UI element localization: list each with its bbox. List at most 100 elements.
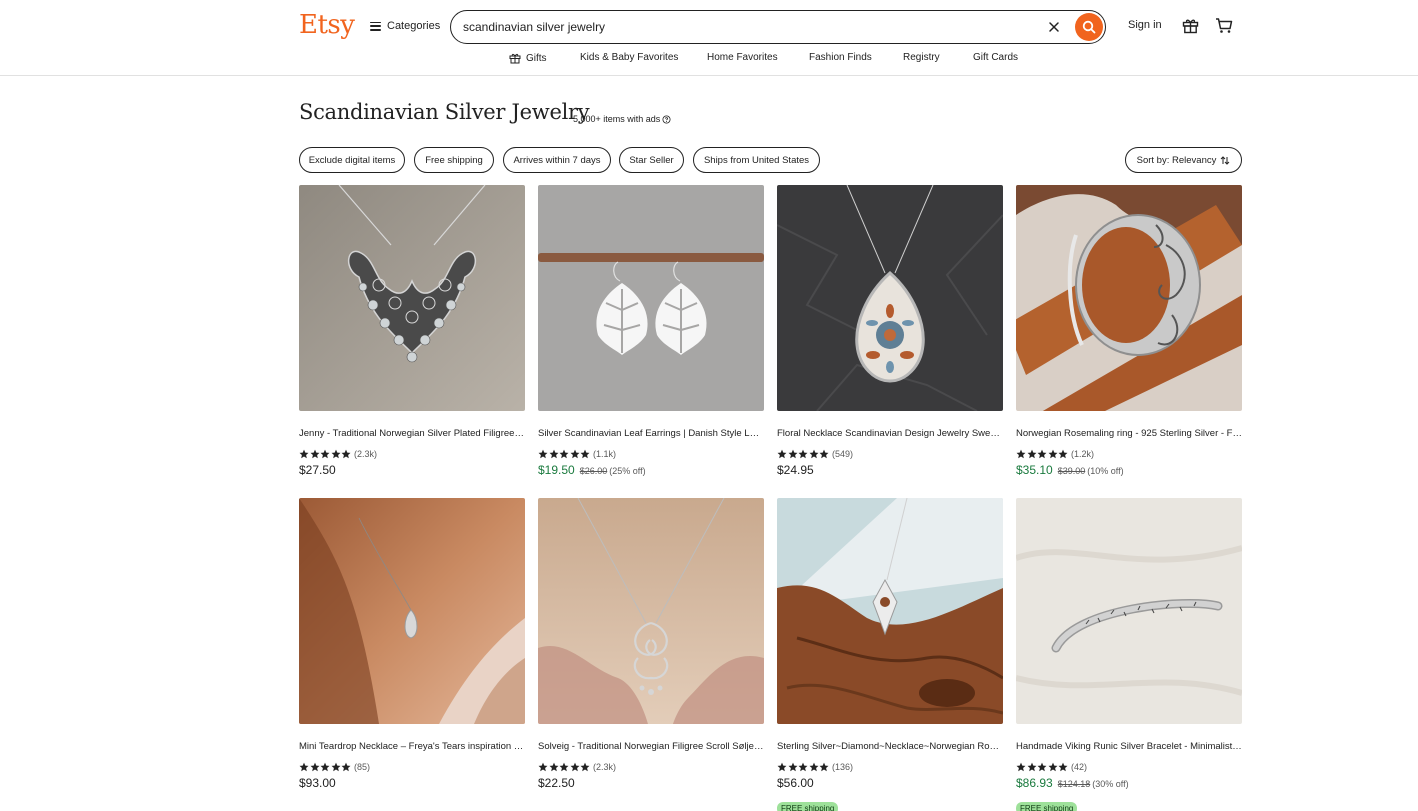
original-price: $26.00: [579, 466, 608, 476]
listing-image[interactable]: [538, 498, 764, 724]
etsy-logo[interactable]: Etsy: [299, 10, 355, 40]
star-icon: [1016, 762, 1026, 772]
filter-arrives-7-days[interactable]: Arrives within 7 days: [503, 147, 611, 173]
review-count: (1.2k): [1071, 448, 1095, 459]
listing-title[interactable]: Handmade Viking Runic Silver Bracelet - …: [1016, 741, 1242, 753]
listing-title[interactable]: Mini Teardrop Necklace – Freya's Tears i…: [299, 741, 525, 753]
star-icon: [1058, 762, 1068, 772]
star-icon: [798, 762, 808, 772]
star-icon: [570, 449, 580, 459]
discount-label: (25% off): [609, 466, 646, 476]
search-bar: [450, 10, 1106, 44]
rating: (136): [777, 761, 1003, 772]
listing-image[interactable]: [299, 498, 525, 724]
listing-card[interactable]: Solveig - Traditional Norwegian Filigree…: [538, 498, 764, 791]
star-icon: [341, 762, 351, 772]
star-icon: [809, 449, 819, 459]
filter-free-shipping[interactable]: Free shipping: [414, 147, 494, 173]
listing-price: $24.95: [777, 463, 814, 477]
price-row: $19.50 $26.00 (25% off): [538, 463, 764, 478]
nav-item-home[interactable]: Home Favorites: [707, 52, 778, 63]
sale-price: $19.50: [538, 463, 575, 477]
categories-label: Categories: [387, 20, 441, 32]
star-icon: [320, 762, 330, 772]
star-icon: [788, 449, 798, 459]
discount-label: (30% off): [1092, 779, 1129, 789]
close-icon[interactable]: [1048, 21, 1060, 33]
sort-dropdown[interactable]: Sort by: Relevancy: [1125, 147, 1242, 173]
listing-title[interactable]: Floral Necklace Scandinavian Design Jewe…: [777, 428, 1003, 440]
search-button[interactable]: [1075, 13, 1103, 41]
sale-price: $35.10: [1016, 463, 1053, 477]
listing-title[interactable]: Sterling Silver~Diamond~Necklace~Norwegi…: [777, 741, 1003, 753]
star-rating: [1016, 762, 1068, 772]
star-icon: [1027, 762, 1037, 772]
star-icon: [331, 449, 341, 459]
star-icon: [819, 449, 829, 459]
search-input[interactable]: [463, 18, 1023, 36]
cart-icon[interactable]: [1215, 17, 1233, 34]
listing-image[interactable]: [299, 185, 525, 411]
rating: (2.3k): [299, 448, 525, 459]
nav-item-registry[interactable]: Registry: [903, 52, 940, 63]
star-icon: [331, 762, 341, 772]
free-shipping-badge: FREE shipping: [777, 802, 839, 811]
nav-item-gifts[interactable]: Gifts: [509, 52, 547, 64]
listing-image[interactable]: [1016, 185, 1242, 411]
listing-card[interactable]: Sterling Silver~Diamond~Necklace~Norwegi…: [777, 498, 1003, 811]
listing-card[interactable]: Norwegian Rosemaling ring - 925 Sterling…: [1016, 185, 1242, 478]
star-rating: [538, 762, 590, 772]
listing-card[interactable]: Mini Teardrop Necklace – Freya's Tears i…: [299, 498, 525, 791]
gift-icon[interactable]: [1182, 17, 1199, 34]
star-icon: [1048, 762, 1058, 772]
review-count: (2.3k): [593, 761, 617, 772]
sign-in-link[interactable]: Sign in: [1128, 19, 1162, 31]
listing-title[interactable]: Solveig - Traditional Norwegian Filigree…: [538, 741, 764, 753]
listing-title[interactable]: Norwegian Rosemaling ring - 925 Sterling…: [1016, 428, 1242, 440]
review-count: (1.1k): [593, 448, 617, 459]
info-icon[interactable]: [662, 115, 671, 124]
listing-price: $56.00: [777, 776, 814, 790]
listing-price: $27.50: [299, 463, 336, 477]
star-icon: [1048, 449, 1058, 459]
star-icon: [549, 762, 559, 772]
listing-card[interactable]: Jenny - Traditional Norwegian Silver Pla…: [299, 185, 525, 478]
rating: (85): [299, 761, 525, 772]
star-icon: [549, 449, 559, 459]
gift-icon: [509, 53, 521, 64]
listing-image[interactable]: [1016, 498, 1242, 724]
star-icon: [788, 762, 798, 772]
listing-title[interactable]: Jenny - Traditional Norwegian Silver Pla…: [299, 428, 525, 440]
menu-icon: [370, 21, 381, 31]
star-icon: [819, 762, 829, 772]
rating: (549): [777, 448, 1003, 459]
listing-image[interactable]: [538, 185, 764, 411]
sort-label: Sort by: Relevancy: [1136, 154, 1217, 166]
nav-item-fashion[interactable]: Fashion Finds: [809, 52, 872, 63]
listing-image[interactable]: [777, 498, 1003, 724]
star-rating: [299, 449, 351, 459]
price-row: $24.95: [777, 463, 1003, 478]
listing-price: $93.00: [299, 776, 336, 790]
star-rating: [538, 449, 590, 459]
filter-ships-from-us[interactable]: Ships from United States: [693, 147, 820, 173]
sort-arrows-icon: [1221, 155, 1230, 165]
listing-image[interactable]: [777, 185, 1003, 411]
search-icon: [1082, 20, 1096, 34]
category-nav: Gifts Kids & Baby Favorites Home Favorit…: [0, 51, 1418, 67]
filter-star-seller[interactable]: Star Seller: [619, 147, 684, 173]
listing-card[interactable]: Handmade Viking Runic Silver Bracelet - …: [1016, 498, 1242, 811]
star-icon: [798, 449, 808, 459]
categories-button[interactable]: Categories: [370, 17, 440, 35]
star-icon: [559, 762, 569, 772]
star-icon: [570, 762, 580, 772]
listing-card[interactable]: Floral Necklace Scandinavian Design Jewe…: [777, 185, 1003, 478]
listing-title[interactable]: Silver Scandinavian Leaf Earrings | Dani…: [538, 428, 764, 440]
listing-card[interactable]: Silver Scandinavian Leaf Earrings | Dani…: [538, 185, 764, 478]
price-row: $86.93 $124.18 (30% off): [1016, 776, 1242, 791]
star-icon: [538, 762, 548, 772]
nav-item-kids-baby[interactable]: Kids & Baby Favorites: [580, 52, 678, 63]
filter-exclude-digital[interactable]: Exclude digital items: [299, 147, 405, 173]
nav-item-gift-cards[interactable]: Gift Cards: [973, 52, 1018, 63]
star-icon: [1027, 449, 1037, 459]
